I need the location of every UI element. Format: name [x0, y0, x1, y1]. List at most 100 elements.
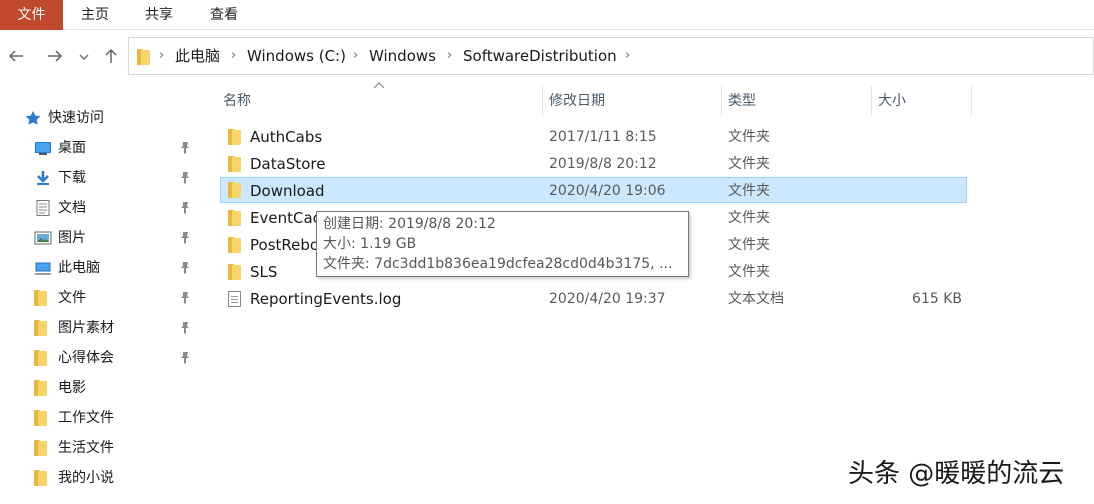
- sidebar-item-desktop[interactable]: 桌面: [0, 133, 200, 163]
- folder-icon: [228, 264, 242, 280]
- address-bar[interactable]: › 此电脑 › Windows (C:) › Windows › Softwar…: [128, 37, 1094, 75]
- file-type: 文件夹: [728, 237, 770, 253]
- folder-icon: [34, 380, 52, 396]
- column-header-type[interactable]: 类型: [728, 86, 756, 120]
- sidebar-label: 此电脑: [58, 260, 100, 276]
- sidebar-item-picture-materials[interactable]: 图片素材: [0, 313, 200, 343]
- desktop-icon: [35, 142, 51, 155]
- file-list: 名称 修改日期 类型 大小 AuthCabs 2017/1/11 8:15 文件…: [200, 78, 1094, 504]
- pin-icon[interactable]: [178, 171, 192, 185]
- navigation-bar: › 此电脑 › Windows (C:) › Windows › Softwar…: [0, 34, 1094, 78]
- file-name: PostRebo: [250, 236, 320, 254]
- sort-ascending-icon: [373, 82, 385, 89]
- sidebar-item-quick-access[interactable]: 快速访问: [0, 103, 200, 133]
- file-row[interactable]: ReportingEvents.log 2020/4/20 19:37 文本文档…: [220, 286, 967, 312]
- folder-icon: [228, 237, 242, 253]
- tab-view[interactable]: 查看: [199, 0, 249, 30]
- file-name: SLS: [250, 263, 278, 281]
- folder-info-tooltip: 创建日期: 2019/8/8 20:12 大小: 1.19 GB 文件夹: 7d…: [316, 211, 689, 277]
- column-header-size[interactable]: 大小: [878, 86, 906, 120]
- breadcrumb-separator-icon[interactable]: ›: [159, 38, 164, 74]
- arrow-right-icon: [48, 50, 63, 62]
- sidebar-label: 生活文件: [58, 440, 114, 456]
- folder-icon: [34, 320, 52, 336]
- file-row[interactable]: AuthCabs 2017/1/11 8:15 文件夹: [220, 124, 967, 150]
- breadcrumb-separator-icon[interactable]: ›: [447, 38, 452, 74]
- tab-share[interactable]: 共享: [134, 0, 184, 30]
- sidebar-label: 下载: [58, 170, 86, 186]
- chevron-down-icon: [79, 54, 89, 60]
- sidebar-label: 工作文件: [58, 410, 114, 426]
- file-row[interactable]: DataStore 2019/8/8 20:12 文件夹: [220, 151, 967, 177]
- tab-file[interactable]: 文件: [0, 0, 63, 30]
- folder-icon: [34, 440, 52, 456]
- sidebar-label: 快速访问: [48, 110, 104, 126]
- file-type: 文件夹: [728, 183, 770, 199]
- sidebar-label: 心得体会: [58, 350, 114, 366]
- sidebar-item-documents[interactable]: 文档: [0, 193, 200, 223]
- tooltip-size: 大小: 1.19 GB: [323, 236, 417, 252]
- sidebar-label: 我的小说: [58, 470, 114, 486]
- file-date: 2020/4/20 19:06: [549, 183, 666, 199]
- breadcrumb-separator-icon[interactable]: ›: [625, 38, 630, 74]
- pin-icon[interactable]: [178, 201, 192, 215]
- breadcrumb-windows[interactable]: Windows: [369, 38, 436, 74]
- pin-icon[interactable]: [178, 351, 192, 365]
- file-date: 2019/8/8 20:12: [549, 156, 657, 172]
- file-type: 文件夹: [728, 264, 770, 280]
- tooltip-contents: 文件夹: 7dc3dd1b836ea19dcfea28cd0d4b3175, .…: [323, 256, 673, 272]
- column-header-name[interactable]: 名称: [223, 86, 251, 120]
- text-file-icon: [228, 291, 241, 307]
- star-icon: [25, 111, 41, 125]
- sidebar-item-folder[interactable]: 文件: [0, 283, 200, 313]
- column-divider[interactable]: [871, 86, 872, 116]
- sidebar-item-notes[interactable]: 心得体会: [0, 343, 200, 373]
- column-header-date[interactable]: 修改日期: [549, 86, 605, 120]
- sidebar-item-this-pc[interactable]: 此电脑: [0, 253, 200, 283]
- tab-home[interactable]: 主页: [70, 0, 120, 30]
- pin-icon[interactable]: [178, 321, 192, 335]
- computer-icon: [34, 262, 52, 275]
- column-divider[interactable]: [971, 86, 972, 116]
- file-date: 2017/1/11 8:15: [549, 129, 657, 145]
- watermark: 头条 @暖暖的流云: [848, 459, 1065, 489]
- sidebar-item-my-novels[interactable]: 我的小说: [0, 463, 200, 493]
- folder-icon: [34, 350, 52, 366]
- file-type: 文件夹: [728, 156, 770, 172]
- sidebar-item-work-files[interactable]: 工作文件: [0, 403, 200, 433]
- column-divider[interactable]: [542, 86, 543, 116]
- pin-icon[interactable]: [178, 231, 192, 245]
- file-name: AuthCabs: [250, 128, 323, 146]
- sidebar-item-movies[interactable]: 电影: [0, 373, 200, 403]
- breadcrumb-softwaredistribution[interactable]: SoftwareDistribution: [463, 38, 617, 74]
- column-divider[interactable]: [721, 86, 722, 116]
- picture-icon: [34, 231, 52, 245]
- file-name: ReportingEvents.log: [250, 290, 402, 308]
- back-button[interactable]: [5, 42, 27, 70]
- breadcrumb-drive-c[interactable]: Windows (C:): [247, 38, 346, 74]
- sidebar-item-pictures[interactable]: 图片: [0, 223, 200, 253]
- file-date: 2020/4/20 19:37: [549, 291, 666, 307]
- file-name: DataStore: [250, 155, 326, 173]
- pin-icon[interactable]: [178, 141, 192, 155]
- sidebar-item-downloads[interactable]: 下载: [0, 163, 200, 193]
- sidebar-label: 桌面: [58, 140, 86, 156]
- sidebar-item-life-files[interactable]: 生活文件: [0, 433, 200, 463]
- forward-button[interactable]: [44, 42, 66, 70]
- breadcrumb-separator-icon[interactable]: ›: [353, 38, 358, 74]
- recent-locations-button[interactable]: [76, 42, 92, 70]
- up-button[interactable]: [100, 42, 122, 70]
- breadcrumb-separator-icon[interactable]: ›: [231, 38, 236, 74]
- breadcrumb-this-pc[interactable]: 此电脑: [175, 38, 220, 74]
- sidebar-label: 图片: [58, 230, 86, 246]
- folder-icon: [228, 129, 242, 145]
- pin-icon[interactable]: [178, 261, 192, 275]
- file-row-selected[interactable]: Download 2020/4/20 19:06 文件夹: [220, 177, 967, 203]
- file-type: 文件夹: [728, 129, 770, 145]
- document-icon: [36, 200, 50, 216]
- tooltip-created-date: 创建日期: 2019/8/8 20:12: [323, 216, 496, 232]
- sidebar-label: 电影: [58, 380, 86, 396]
- arrow-left-icon: [8, 50, 23, 62]
- file-type: 文件夹: [728, 210, 770, 226]
- pin-icon[interactable]: [178, 291, 192, 305]
